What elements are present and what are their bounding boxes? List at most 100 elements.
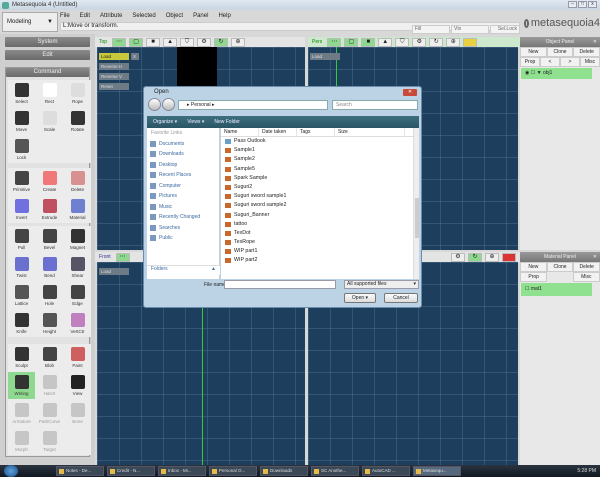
tool-lock[interactable]: Lock [8,136,35,163]
gear-icon[interactable]: ⚙ [197,37,212,47]
taskbar-item[interactable]: Downloads [260,466,308,476]
taskbar-item[interactable]: Notes - De... [56,466,104,476]
object-list-item[interactable]: ◉ ☐ ▼ obj1 [521,68,592,79]
light-icon[interactable]: ▲ [163,37,178,47]
sel-lock-button[interactable]: Sel.Lock [490,25,520,34]
move-up-button[interactable]: < [540,57,560,67]
prop-material-button[interactable]: Prop [520,272,548,282]
new-material-button[interactable]: New [520,262,547,272]
file-item[interactable]: Suguri_Banner [221,211,419,220]
favorite-link[interactable]: Documents [147,139,219,150]
file-item[interactable]: tattoo [221,220,419,229]
reverse-h-button[interactable]: Reverse H [99,63,129,70]
clone-object-button[interactable]: Clone [546,47,574,57]
menu-object[interactable]: Object [166,13,183,19]
tool-move[interactable]: Move [8,108,35,135]
load-button[interactable]: Load [99,268,129,275]
maximize-button[interactable]: □ [578,1,587,8]
menu-attribute[interactable]: Attribute [100,13,122,19]
scrollbar[interactable] [413,128,419,279]
file-item[interactable]: TexRope [221,238,419,247]
tool-hatch[interactable]: Hatch [36,372,63,399]
favorite-link[interactable]: Music [147,202,219,213]
column-date-taken[interactable]: Date taken [259,128,297,136]
tool-bone[interactable]: Bone [64,400,91,427]
tool-rope[interactable]: Rope [64,80,91,107]
tool-height[interactable]: Height [36,310,63,337]
face-icon[interactable]: ■ [361,37,376,47]
tool-shear[interactable]: Shear [64,254,91,281]
refresh-icon[interactable]: ↻ [429,37,444,47]
tool-extrude[interactable]: Extrude [36,196,63,223]
tool-primitive[interactable]: Primitive [8,168,35,195]
tool-lattice[interactable]: Lattice [8,282,35,309]
open-button[interactable]: Open ▾ [344,293,376,303]
tool-select[interactable]: Select [8,80,35,107]
favorite-link[interactable]: Recent Places [147,170,219,181]
tool-rect[interactable]: Rect [36,80,63,107]
tool-paint[interactable]: Paint [64,344,91,371]
mode-dropdown[interactable]: Modeling ▼ [2,12,58,32]
tool-invert[interactable]: Invert [8,196,35,223]
menu-selected[interactable]: Selected [132,13,155,19]
display-toggle-icon[interactable] [463,37,478,47]
reverse-v-button[interactable]: Reverse V [99,73,129,80]
wireframe-icon[interactable]: ▢ [129,37,144,47]
tool-sculpt[interactable]: Sculpt [8,344,35,371]
refresh-icon[interactable]: ↻ [214,37,229,47]
file-item[interactable]: Suguri2 [221,183,419,192]
edit-button[interactable]: Edit [5,50,90,60]
delete-material-button[interactable]: Delete [573,262,600,272]
vtx-field[interactable]: Vtx [451,25,489,34]
address-bar[interactable]: ▸ Personal ▸ [178,100,328,110]
gear-icon[interactable]: ⚙ [412,37,427,47]
x-button[interactable]: X [131,53,139,60]
favorite-link[interactable]: Downloads [147,149,219,160]
file-item[interactable]: Spark Sample [221,174,419,183]
fill-field[interactable]: Fill [412,25,450,34]
zoom-move-icon[interactable]: ⊕ [231,37,246,47]
file-name-input[interactable] [224,280,336,289]
wireframe-icon[interactable]: ▢ [344,37,359,47]
taskbar-item[interactable]: Inbox - Mi... [158,466,206,476]
tool-pathcurve[interactable]: PathCurve [36,400,63,427]
file-item[interactable]: Sample2 [221,155,419,164]
favorite-link[interactable]: Pictures [147,191,219,202]
misc-object-button[interactable]: Misc [580,57,600,67]
grid-icon[interactable]: ⋯ [115,252,130,262]
file-item[interactable]: WIP part2 [221,256,419,265]
display-toggle-icon[interactable] [502,252,516,262]
light-icon[interactable]: ▲ [378,37,393,47]
move-down-button[interactable]: > [560,57,580,67]
file-item[interactable]: Suguri sword sample2 [221,201,419,210]
tool-create[interactable]: Create [36,168,63,195]
tool-edge[interactable]: Edge [64,282,91,309]
column-size[interactable]: Size [335,128,405,136]
tool-pull[interactable]: Pull [8,226,35,253]
tool-view[interactable]: View [64,372,91,399]
shield-icon[interactable]: ⛉ [395,37,410,47]
tool-armature[interactable]: Armature [8,400,35,427]
cancel-button[interactable]: Cancel [384,293,418,303]
system-button[interactable]: System [5,37,90,47]
file-item[interactable]: TexDot [221,229,419,238]
file-item[interactable]: Sample5 [221,165,419,174]
zoom-move-icon[interactable]: ⊕ [446,37,461,47]
close-button[interactable]: x [588,1,597,8]
load-button[interactable]: Load [310,53,340,60]
grid-icon[interactable]: ⋯ [112,37,127,47]
taskbar-item[interactable]: SC Anothe... [311,466,359,476]
minimize-button[interactable]: – [568,1,577,8]
delete-object-button[interactable]: Delete [573,47,600,57]
tool-scale[interactable]: Scale [36,108,63,135]
material-list-item[interactable]: ☐ mat1 [521,283,592,296]
tool-bevel[interactable]: Bevel [36,226,63,253]
menu-file[interactable]: File [60,13,70,19]
load-button[interactable]: Load [99,53,129,60]
clone-material-button[interactable]: Clone [546,262,574,272]
tool-delete[interactable]: Delete [64,168,91,195]
favorite-link[interactable]: Desktop [147,160,219,171]
file-item[interactable]: Sample1 [221,146,419,155]
column-tags[interactable]: Tags [297,128,335,136]
organize-button[interactable]: Organize ▾ [153,119,177,125]
